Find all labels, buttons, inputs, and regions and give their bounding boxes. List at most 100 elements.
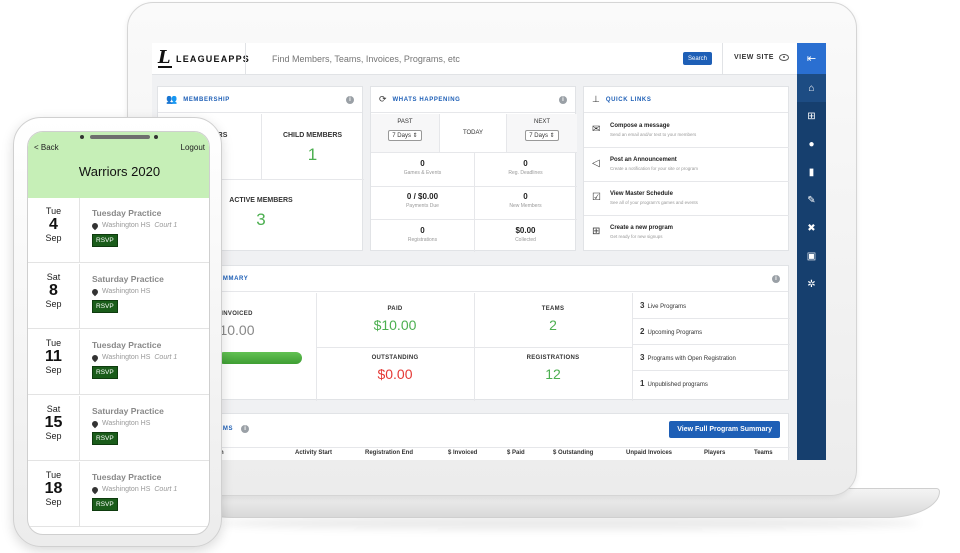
bar-chart-icon[interactable]: ▮ xyxy=(797,158,826,186)
view-full-program-summary-button[interactable]: View Full Program Summary xyxy=(669,421,780,438)
home-icon[interactable]: ⌂ xyxy=(797,74,826,102)
new-file-icon: ⊞ xyxy=(592,226,601,237)
view-site-link[interactable]: VIEW SITE xyxy=(734,54,789,61)
admin-dashboard: L LEAGUEAPPS Search VIEW SITE ⇤ ⌂ ⊞ ● ▮ … xyxy=(152,43,826,460)
event-court: Court 1 xyxy=(154,222,178,229)
tab-today[interactable]: TODAY xyxy=(439,114,507,152)
gear-icon[interactable]: ✲ xyxy=(797,270,826,298)
tab-next[interactable]: NEXT 7 Days ⇕ xyxy=(507,114,577,152)
stat-value: $0.00 xyxy=(515,226,536,235)
info-icon[interactable]: i xyxy=(346,96,354,104)
sitemap-icon: ⊥ xyxy=(592,94,600,104)
phone-camera xyxy=(80,135,84,139)
rsvp-button[interactable]: RSVP xyxy=(92,234,118,247)
column-header-unpaid-invoices[interactable]: Unpaid Invoices xyxy=(626,450,672,456)
registrations-stat[interactable]: 0 Registrations xyxy=(371,226,474,243)
rsvp-button[interactable]: RSVP xyxy=(92,366,118,379)
column-header-outstanding[interactable]: $ Outstanding xyxy=(553,450,593,456)
event-weekday: Tue xyxy=(45,338,62,348)
column-header-teams[interactable]: Teams xyxy=(754,450,773,456)
envelope-icon: ✉ xyxy=(592,124,601,135)
event-weekday: Tue xyxy=(45,470,62,480)
card-title: WHATS HAPPENING xyxy=(392,96,461,103)
edit-icon[interactable]: ✎ xyxy=(797,186,826,214)
quick-link-title: Post an Announcement xyxy=(610,157,677,163)
event-list-item[interactable]: Tue 18 Sep Tuesday Practice Washington HS Cou… xyxy=(28,462,209,527)
upcoming-programs-item[interactable]: 2 Upcoming Programs xyxy=(632,319,790,345)
event-court: Court 1 xyxy=(154,486,178,493)
quick-link-title: View Master Schedule xyxy=(610,191,673,197)
next-range-select[interactable]: 7 Days ⇕ xyxy=(525,130,559,141)
map-pin-icon xyxy=(90,419,100,428)
tab-past[interactable]: PAST 7 Days ⇕ xyxy=(371,114,439,152)
stat-label: CHILD MEMBERS xyxy=(282,132,343,139)
rsvp-button[interactable]: RSVP xyxy=(92,432,118,445)
event-title: Tuesday Practice xyxy=(92,208,162,218)
live-programs-item[interactable]: 3 Live Programs xyxy=(632,293,790,319)
quick-link-desc: Send an email and/or text to your member… xyxy=(610,132,697,137)
quick-link-schedule[interactable]: ☑ View Master Schedule See all of your p… xyxy=(584,182,789,216)
chat-icon[interactable]: ● xyxy=(797,130,826,158)
archive-icon[interactable]: ▣ xyxy=(797,242,826,270)
event-list-item[interactable]: Tue 4 Sep Tuesday Practice Washington HS Cour… xyxy=(28,198,209,263)
stat-label: New Members xyxy=(509,203,542,209)
phone-header: < Back Logout Warriors 2020 xyxy=(28,132,209,198)
stat-label: REGISTRATIONS xyxy=(526,355,580,361)
event-month: Sep xyxy=(45,365,62,375)
event-list-item[interactable]: Sat 15 Sep Saturday Practice Washington HS RS… xyxy=(28,396,209,461)
phone-speaker xyxy=(90,135,150,139)
column-header-invoiced[interactable]: $ Invoiced xyxy=(448,450,477,456)
teams-stat[interactable]: TEAMS 2 xyxy=(474,306,632,333)
map-pin-icon xyxy=(90,221,100,230)
info-icon[interactable]: i xyxy=(559,96,567,104)
column-header-paid[interactable]: $ Paid xyxy=(507,450,525,456)
unpublished-programs-item[interactable]: 1 Unpublished programs xyxy=(632,371,790,397)
event-title: Tuesday Practice xyxy=(92,340,162,350)
info-icon[interactable]: i xyxy=(241,425,250,433)
logout-link[interactable]: Logout xyxy=(181,143,205,152)
whats-happening-card: ⟳ WHATS HAPPENING i PAST 7 Days ⇕ TODAY … xyxy=(370,86,577,252)
tab-label: TODAY xyxy=(462,130,484,136)
event-venue: Washington HS xyxy=(102,354,151,361)
collected-stat[interactable]: $0.00 Collected xyxy=(474,226,577,243)
quick-link-compose[interactable]: ✉ Compose a message Send an email and/or… xyxy=(584,114,789,148)
program-label: Programs with Open Registration xyxy=(647,356,736,362)
past-range-select[interactable]: 7 Days ⇕ xyxy=(388,130,422,141)
right-nav: ⇤ ⌂ ⊞ ● ▮ ✎ ✖ ▣ ✲ xyxy=(797,43,826,460)
rsvp-button[interactable]: RSVP xyxy=(92,498,118,511)
column-header-players[interactable]: Players xyxy=(704,450,725,456)
invoiced-progress-track xyxy=(218,352,302,364)
new-members-stat[interactable]: 0 New Members xyxy=(474,192,577,209)
collapse-nav-icon[interactable]: ⇤ xyxy=(797,43,826,74)
info-icon[interactable]: i xyxy=(772,275,780,283)
games-events-stat[interactable]: 0 Games & Events xyxy=(371,159,474,176)
child-members-stat[interactable]: CHILD MEMBERS 1 xyxy=(261,132,364,165)
mobile-team-schedule: < Back Logout Warriors 2020 Tue 4 Sep Tuesd… xyxy=(27,131,210,535)
quick-link-new-program[interactable]: ⊞ Create a new program Get ready for new… xyxy=(584,216,789,250)
paid-stat[interactable]: PAID $10.00 xyxy=(316,306,474,333)
event-list-item[interactable]: Tue 11 Sep Tuesday Practice Washington HS Cou… xyxy=(28,330,209,395)
event-list-item[interactable]: Sat 8 Sep Saturday Practice Washington HS RSV… xyxy=(28,264,209,329)
stat-value: 2 xyxy=(549,317,557,333)
quick-link-announcement[interactable]: ◁ Post an Announcement Create a notifica… xyxy=(584,148,789,182)
search-input[interactable] xyxy=(272,51,672,67)
stat-value: 1 xyxy=(307,145,318,164)
reg-deadlines-stat[interactable]: 0 Reg. Deadlines xyxy=(474,159,577,176)
stat-value: 0 xyxy=(523,192,528,201)
column-header-registration-end[interactable]: Registration End xyxy=(365,450,413,456)
rsvp-button[interactable]: RSVP xyxy=(92,300,118,313)
column-header-activity-start[interactable]: Activity Start xyxy=(295,450,332,456)
back-link[interactable]: < Back xyxy=(34,143,59,152)
leagueapps-logo[interactable]: L LEAGUEAPPS xyxy=(158,49,250,69)
card-title: UMMARY xyxy=(218,275,249,282)
payments-due-stat[interactable]: 0 / $0.00 Payments Due xyxy=(371,192,474,209)
org-chart-icon[interactable]: ⊞ xyxy=(797,102,826,130)
outstanding-stat[interactable]: OUTSTANDING $0.00 xyxy=(316,355,474,382)
registrations-stat[interactable]: REGISTRATIONS 12 xyxy=(474,355,632,382)
event-weekday: Sat xyxy=(46,404,61,414)
open-registration-item[interactable]: 3 Programs with Open Registration xyxy=(632,345,790,371)
search-button[interactable]: Search xyxy=(683,52,712,65)
divider xyxy=(316,347,632,348)
card-title: QUICK LINKS xyxy=(605,96,652,103)
tools-icon[interactable]: ✖ xyxy=(797,214,826,242)
